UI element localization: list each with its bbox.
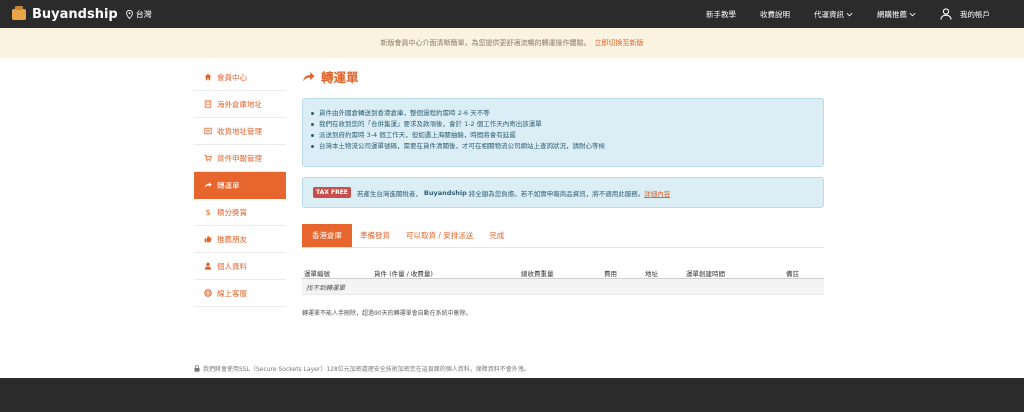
building-icon: [204, 100, 212, 108]
logo[interactable]: Buyandship: [12, 5, 118, 22]
location-pin-icon: [125, 9, 133, 19]
shipping-info-box: 貨件由外國倉轉送到香港倉庫，整個過程約需時 2-6 天不等 我們在收到您的「合併…: [302, 98, 824, 167]
info-item: 派送到府約需時 3-4 個工作天，但如遇上海關抽驗，時間將會有延遲: [311, 130, 823, 141]
region-selector[interactable]: 台灣: [125, 9, 152, 20]
cart-icon: [204, 154, 212, 162]
sidebar-item-label: 轉運單: [217, 180, 240, 190]
sidebar-item-label: 線上客服: [217, 288, 247, 298]
sidebar-item-refer-friends[interactable]: 推薦朋友: [194, 226, 286, 253]
person-icon: [204, 262, 212, 270]
sidebar-item-online-support[interactable]: 線上客服: [194, 280, 286, 307]
new-version-banner: 新版會員中心介面清晰簡單，為您提供更舒適流暢的轉運操作體驗。 立即切換至新版: [0, 28, 1024, 58]
sidebar-item-rewards[interactable]: $ 積分獎賞: [194, 199, 286, 226]
sidebar-item-profile[interactable]: 個人資料: [194, 253, 286, 280]
tab-ready-for-pickup[interactable]: 可以取貨 / 安排派送: [398, 224, 481, 247]
col-shipment-number: 運單編號: [304, 270, 330, 278]
switch-version-link[interactable]: 立即切換至新版: [595, 38, 644, 48]
sidebar-item-declarations[interactable]: 貨件申報管理: [194, 145, 286, 172]
col-created-time: 運單創建時間: [686, 270, 725, 278]
page-footer: [0, 378, 1024, 412]
ssl-notice: 我們將會使用SSL（Secure Sockets Layer）128位元加密處理…: [194, 364, 530, 373]
account-label: 我的帳戶: [960, 9, 990, 19]
lifebuoy-icon: [204, 289, 212, 297]
user-icon: [940, 8, 952, 20]
tab-hk-warehouse[interactable]: 香港倉庫: [302, 224, 352, 247]
nav-label: 代運資訊: [814, 9, 844, 19]
deletion-note: 轉運單不能人手刪除，超過90天的轉運單會自動在系統中刪除。: [302, 310, 472, 317]
sidebar-item-shipments[interactable]: 轉運單: [194, 172, 286, 199]
col-total-weight: 總收費重量: [521, 270, 554, 278]
sidebar-item-warehouse-address[interactable]: 海外倉庫地址: [194, 91, 286, 118]
main-content: 轉運單 貨件由外國倉轉送到香港倉庫，整個過程約需時 2-6 天不等 我們在收到您…: [302, 64, 824, 317]
tab-completed[interactable]: 完成: [481, 224, 512, 247]
sidebar-item-label: 推薦朋友: [217, 234, 247, 244]
table-header: 運單編號 貨件 (件量 / 收費量) 總收費重量 費用 地址 運單創建時間 備註: [302, 266, 824, 279]
sidebar-item-label: 收貨地址管理: [217, 126, 262, 136]
top-navbar: Buyandship 台灣 新手教學 收費說明 代運資訊 網購推薦 我的帳戶: [0, 0, 1024, 28]
nav-beginner-guide[interactable]: 新手教學: [706, 9, 736, 20]
shipment-status-tabs: 香港倉庫 準備發貨 可以取貨 / 安排派送 完成: [302, 224, 824, 248]
nav-pricing[interactable]: 收費說明: [760, 9, 790, 20]
tax-free-badge: TAX FREE: [313, 187, 351, 198]
tax-brand: Buyandship: [423, 188, 467, 197]
nav-label: 新手教學: [706, 9, 736, 19]
col-address: 地址: [645, 270, 658, 278]
my-account-link[interactable]: 我的帳戶: [940, 8, 990, 20]
main-nav: 新手教學 收費說明 代運資訊 網購推薦 我的帳戶: [706, 0, 1024, 28]
nav-shipping-info[interactable]: 代運資訊: [814, 9, 853, 20]
nav-shopping-recommend[interactable]: 網購推薦: [877, 9, 916, 20]
shipments-table: 運單編號 貨件 (件量 / 收費量) 總收費重量 費用 地址 運單創建時間 備註…: [302, 266, 824, 295]
home-icon: [204, 73, 212, 81]
dollar-icon: $: [205, 208, 210, 216]
chevron-down-icon: [846, 12, 853, 16]
tax-free-notice: TAX FREE 若產生台灣進關稅者， Buyandship 將全額為您負擔。若…: [302, 177, 824, 208]
info-item: 貨件由外國倉轉送到香港倉庫，整個過程約需時 2-6 天不等: [311, 108, 823, 119]
sidebar-item-label: 海外倉庫地址: [217, 99, 262, 109]
ssl-text: 我們將會使用SSL（Secure Sockets Layer）128位元加密處理…: [203, 366, 530, 373]
chevron-down-icon: [909, 12, 916, 16]
tax-text: 若產生台灣進關稅者，: [356, 189, 422, 198]
page-title: 轉運單: [321, 69, 359, 85]
share-arrow-icon: [204, 182, 212, 188]
sidebar-item-label: 貨件申報管理: [217, 153, 262, 163]
nav-label: 網購推薦: [877, 9, 907, 19]
col-fee: 費用: [604, 270, 617, 278]
share-arrow-icon: [303, 71, 315, 81]
tax-text-2: 將全額為您負擔。若不如實申報商品資訊，將不適用此服務。: [468, 189, 645, 198]
box-logo-icon: [12, 5, 26, 20]
col-packages: 貨件 (件量 / 收費量): [374, 270, 433, 278]
nav-label: 收費說明: [760, 9, 790, 19]
sidebar-item-label: 會員中心: [217, 72, 247, 82]
page-header: 轉運單: [302, 64, 824, 88]
info-item: 我們在收到您的「合併集運」要求及款項後，會於 1-2 個工作天內寄出該運單: [311, 119, 823, 130]
address-icon: [204, 127, 212, 135]
info-item: 台灣本土物流公司運單號碼，需要在貨件清關後，才可在相關物流公司網站上查詢狀況，請…: [311, 141, 823, 152]
sidebar-item-member-center[interactable]: 會員中心: [194, 64, 286, 91]
svg-text:$: $: [205, 208, 210, 216]
sidebar-item-label: 積分獎賞: [217, 207, 247, 217]
brand-name: Buyandship: [32, 6, 118, 22]
region-label: 台灣: [135, 9, 152, 19]
member-sidebar: 會員中心 海外倉庫地址 收貨地址管理 貨件申報管理 轉運單 $ 積分獎賞 推薦朋…: [194, 64, 286, 307]
tax-details-link[interactable]: 詳細內容: [644, 188, 670, 198]
lock-icon: [194, 365, 200, 372]
tab-preparing-shipment[interactable]: 準備發貨: [352, 224, 398, 247]
empty-table-row: 找不到轉運單: [302, 279, 824, 295]
sidebar-item-receiving-address[interactable]: 收貨地址管理: [194, 118, 286, 145]
sidebar-item-label: 個人資料: [217, 261, 247, 271]
thumbs-up-icon: [204, 235, 212, 243]
col-remarks: 備註: [786, 270, 799, 278]
banner-text: 新版會員中心介面清晰簡單，為您提供更舒適流暢的轉運操作體驗。: [380, 39, 591, 47]
